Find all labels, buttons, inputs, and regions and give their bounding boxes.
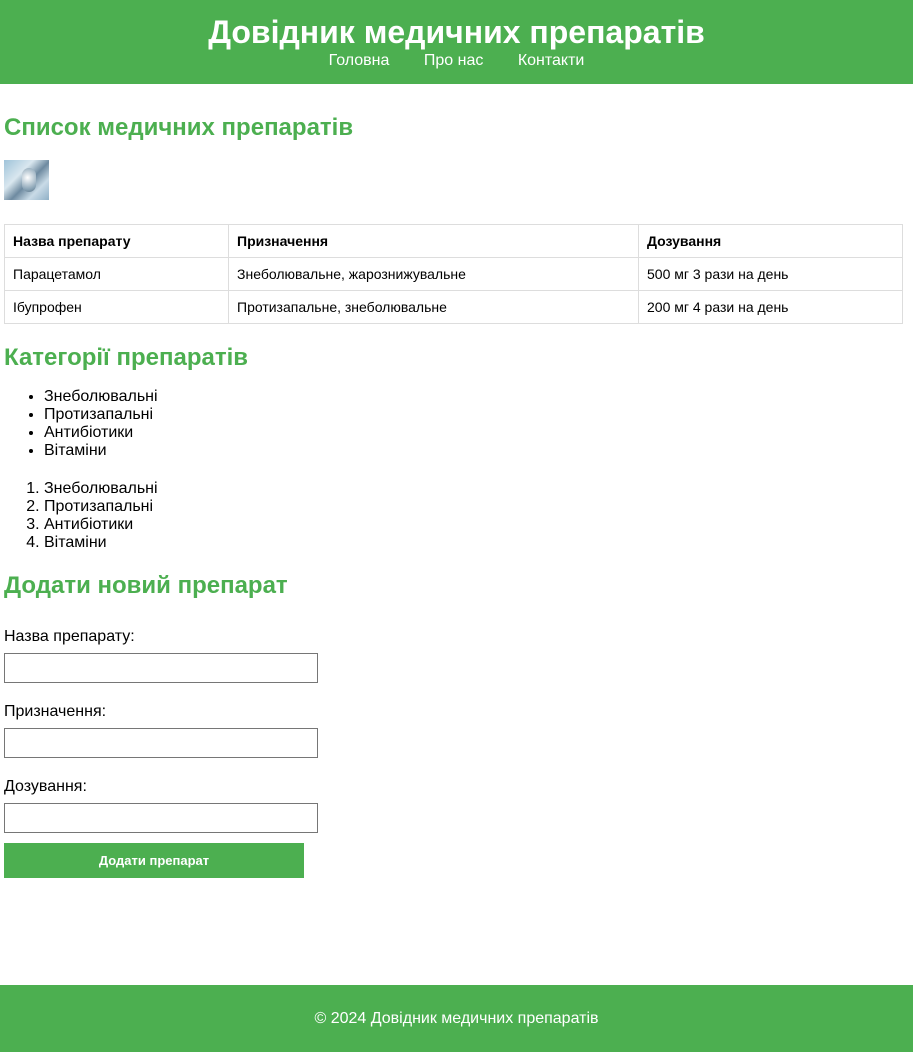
nav-link-home[interactable]: Головна [329,52,390,69]
page: Довідник медичних препаратів Головна Про… [0,0,913,1052]
table-cell-name: Парацетамол [4,257,229,291]
categories-ordered-list: Знеболювальні Протизапальні Антибіотики … [4,480,909,552]
list-item: Протизапальні [44,406,909,424]
table-header-row: Назва препарату Призначення Дозування [4,224,903,258]
list-item: Протизапальні [44,498,909,516]
nav-link-contacts[interactable]: Контакти [518,52,585,69]
table-row: Ібупрофен Протизапальне, знеболювальне 2… [4,290,903,324]
table-cell-purpose: Протизапальне, знеболювальне [228,290,639,324]
site-footer: © 2024 Довідник медичних препаратів [0,985,913,1052]
add-drug-button[interactable]: Додати препарат [4,843,304,878]
list-item: Антибіотики [44,424,909,442]
table-cell-dosage: 500 мг 3 рази на день [638,257,903,291]
site-header: Довідник медичних препаратів Головна Про… [0,0,913,84]
table-row: Парацетамол Знеболювальне, жарознижуваль… [4,257,903,291]
table-cell-purpose: Знеболювальне, жарознижувальне [228,257,639,291]
drug-purpose-input[interactable] [4,728,318,758]
footer-copyright: © 2024 Довідник медичних препаратів [314,1010,599,1027]
main-content: Список медичних препаратів Назва препара… [0,84,913,878]
table-header-dosage: Дозування [638,224,903,258]
table-header-purpose: Призначення [228,224,639,258]
drug-purpose-label: Призначення: [4,703,107,720]
site-title: Довідник медичних препаратів [208,14,705,50]
categories-section-title: Категорії препаратів [4,344,249,371]
drug-name-label: Назва препарату: [4,628,135,645]
list-item: Знеболювальні [44,480,909,498]
drug-name-input[interactable] [4,653,318,683]
main-nav: Головна Про нас Контакти [0,51,913,71]
table-cell-dosage: 200 мг 4 рази на день [638,290,903,324]
list-item: Антибіотики [44,516,909,534]
list-item: Вітаміни [44,442,909,460]
nav-link-about[interactable]: Про нас [424,52,483,69]
drug-dosage-input[interactable] [4,803,318,833]
table-header-name: Назва препарату [4,224,229,258]
drugs-section-title: Список медичних препаратів [4,114,354,141]
add-drug-form: Назва препарату: Призначення: Дозування:… [4,628,909,878]
drug-dosage-label: Дозування: [4,778,87,795]
list-item: Вітаміни [44,534,909,552]
drugs-table: Назва препарату Призначення Дозування Па… [4,224,903,324]
categories-unordered-list: Знеболювальні Протизапальні Антибіотики … [4,388,909,460]
pill-shape [22,168,36,192]
list-item: Знеболювальні [44,388,909,406]
add-drug-section-title: Додати новий препарат [4,572,288,599]
table-cell-name: Ібупрофен [4,290,229,324]
medicine-image [4,160,49,200]
